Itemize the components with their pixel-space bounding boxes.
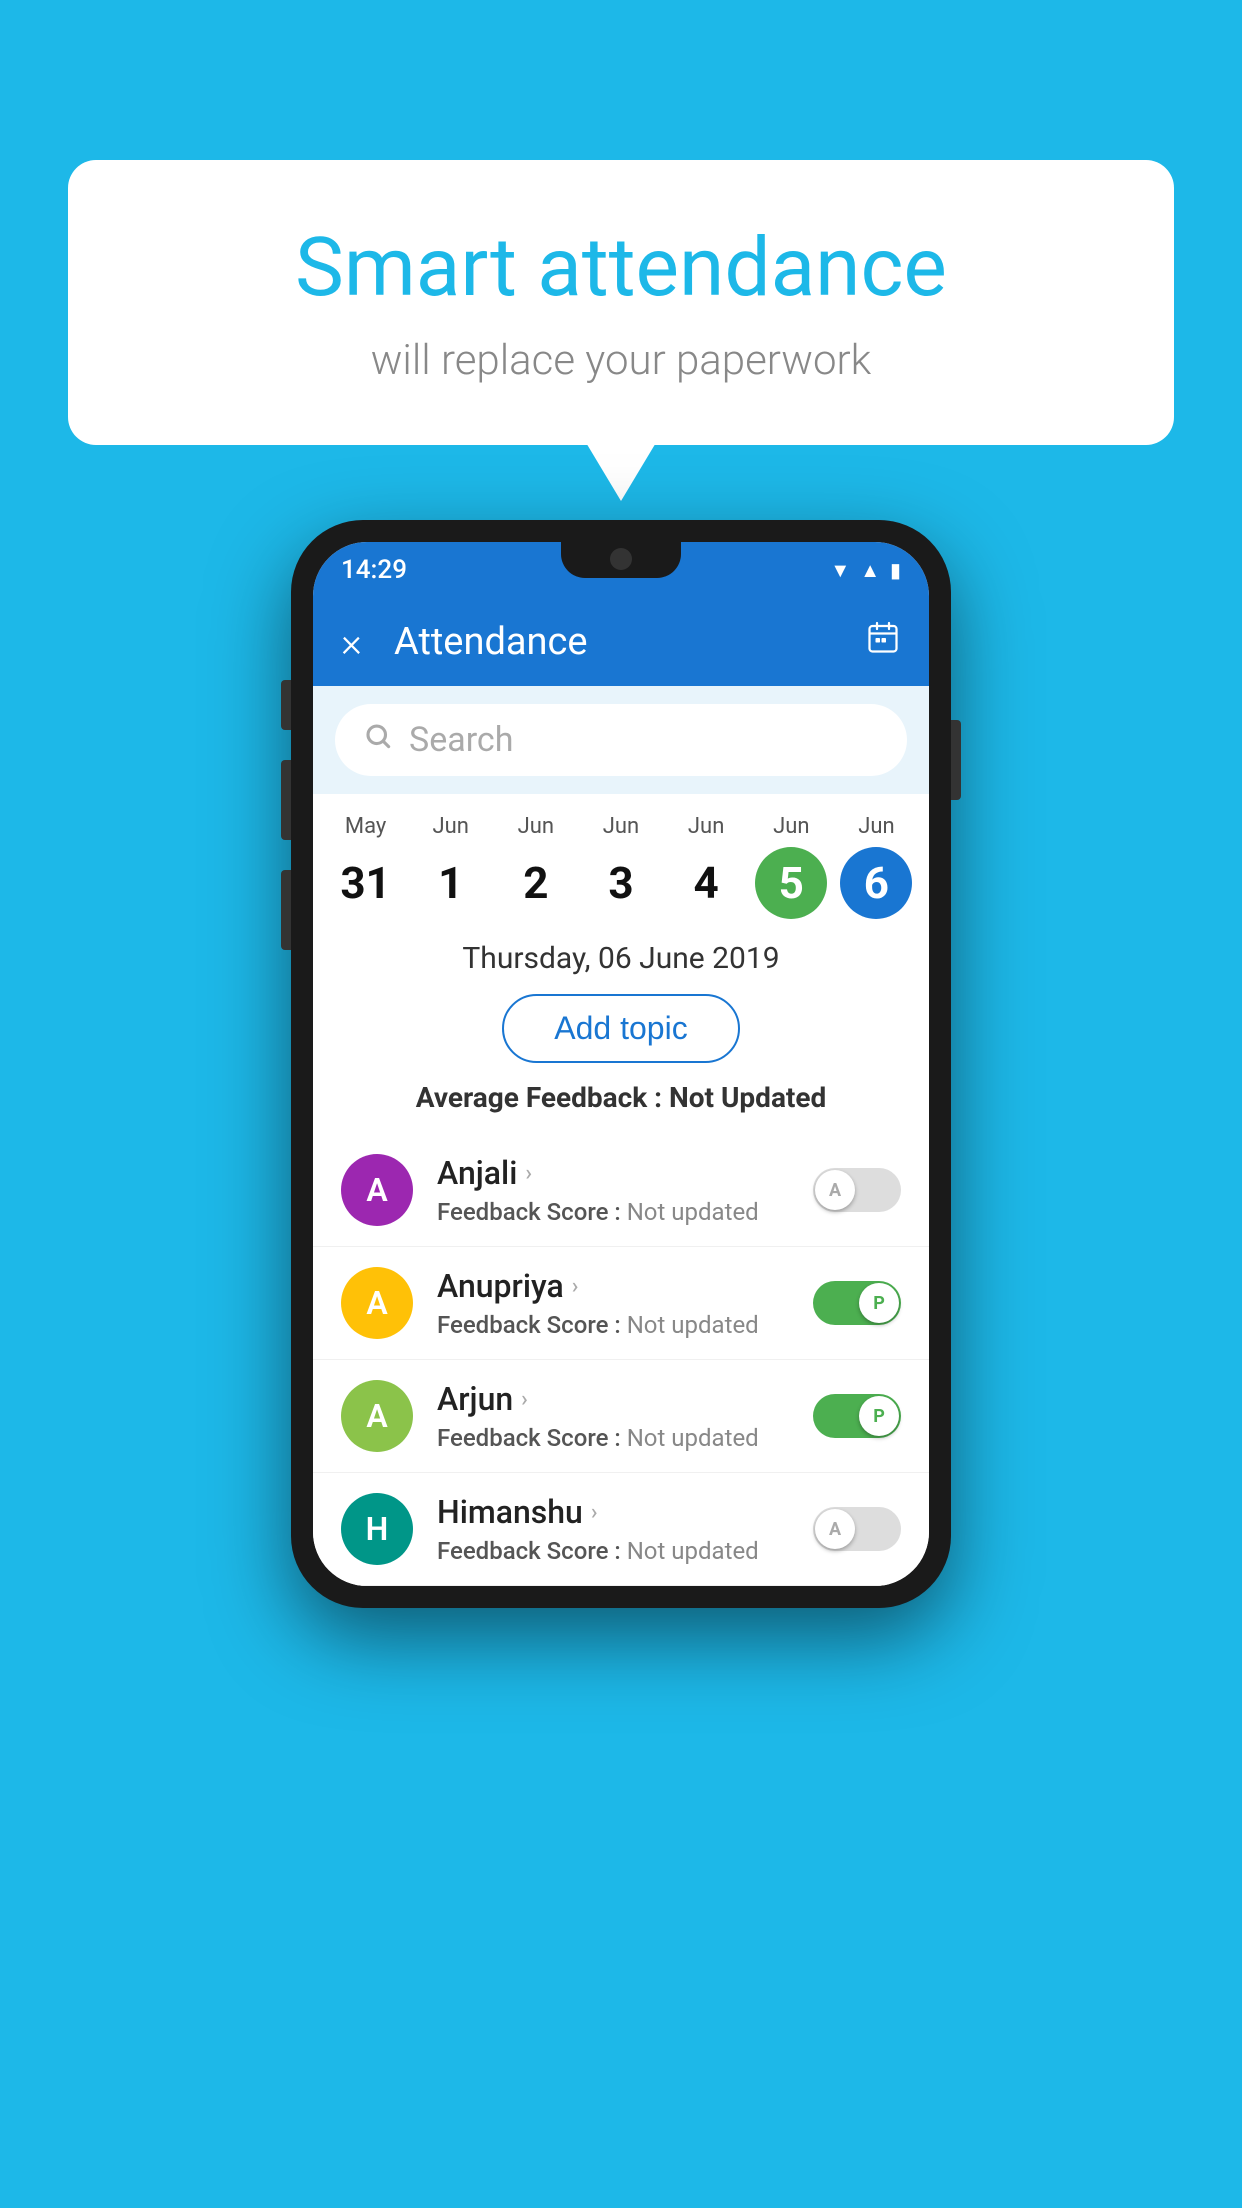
calendar-icon[interactable] [865, 620, 901, 665]
calendar-day-6[interactable]: Jun 6 [834, 814, 919, 919]
front-camera [610, 548, 632, 570]
student-feedback-0: Feedback Score : Not updated [437, 1198, 813, 1226]
speech-bubble-container: Smart attendance will replace your paper… [68, 160, 1174, 445]
search-placeholder: Search [409, 720, 513, 760]
cal-month: Jun [834, 814, 919, 839]
volume-up-button [281, 760, 291, 840]
calendar-day-0[interactable]: May 31 [323, 814, 408, 919]
cal-month: Jun [749, 814, 834, 839]
student-name-0[interactable]: Anjali › [437, 1154, 813, 1192]
student-name-1[interactable]: Anupriya › [437, 1267, 813, 1305]
mute-button [281, 680, 291, 730]
cal-month: Jun [578, 814, 663, 839]
attendance-toggle-0[interactable]: A [813, 1168, 901, 1212]
avg-feedback: Average Feedback : Not Updated [313, 1081, 929, 1134]
battery-icon: ▮ [890, 558, 901, 582]
search-bar-container: Search [313, 686, 929, 794]
phone-container: 14:29 ▼ ▲ ▮ × Attendance [291, 520, 951, 1608]
student-info-1: Anupriya › Feedback Score : Not updated [437, 1267, 813, 1339]
avatar-0: A [341, 1154, 413, 1226]
student-list: A Anjali › Feedback Score : Not updated … [313, 1134, 929, 1586]
add-topic-button[interactable]: Add topic [502, 994, 739, 1063]
status-icons: ▼ ▲ ▮ [830, 558, 901, 583]
avg-feedback-label: Average Feedback : [416, 1081, 662, 1114]
power-button [951, 720, 961, 800]
toggle-knob-0: A [815, 1170, 855, 1210]
date-label: Thursday, 06 June 2019 [313, 919, 929, 986]
bubble-title: Smart attendance [148, 220, 1094, 316]
phone-notch [561, 542, 681, 578]
chevron-icon-0: › [525, 1161, 532, 1186]
app-bar: × Attendance [313, 598, 929, 686]
cal-month: Jun [664, 814, 749, 839]
calendar-day-4[interactable]: Jun 4 [664, 814, 749, 919]
student-info-3: Himanshu › Feedback Score : Not updated [437, 1493, 813, 1565]
student-name-2[interactable]: Arjun › [437, 1380, 813, 1418]
avatar-2: A [341, 1380, 413, 1452]
calendar-day-5[interactable]: Jun 5 [749, 814, 834, 919]
cal-date: 4 [670, 847, 742, 919]
close-button[interactable]: × [341, 619, 362, 666]
student-feedback-3: Feedback Score : Not updated [437, 1537, 813, 1565]
phone-outer: 14:29 ▼ ▲ ▮ × Attendance [291, 520, 951, 1608]
cal-date: 3 [585, 847, 657, 919]
calendar-day-2[interactable]: Jun 2 [493, 814, 578, 919]
cal-month: Jun [493, 814, 578, 839]
search-bar[interactable]: Search [335, 704, 907, 776]
add-topic-container: Add topic [313, 986, 929, 1081]
student-item-0: A Anjali › Feedback Score : Not updated … [313, 1134, 929, 1247]
speech-bubble: Smart attendance will replace your paper… [68, 160, 1174, 445]
wifi-icon: ▼ [830, 558, 850, 583]
attendance-toggle-2[interactable]: P [813, 1394, 901, 1438]
student-item-1: A Anupriya › Feedback Score : Not update… [313, 1247, 929, 1360]
chevron-icon-2: › [521, 1387, 528, 1412]
toggle-knob-1: P [859, 1283, 899, 1323]
volume-down-button [281, 870, 291, 950]
cal-month: May [323, 814, 408, 839]
toggle-knob-3: A [815, 1509, 855, 1549]
avg-feedback-value: Not Updated [669, 1081, 826, 1114]
student-info-0: Anjali › Feedback Score : Not updated [437, 1154, 813, 1226]
phone-screen: 14:29 ▼ ▲ ▮ × Attendance [313, 542, 929, 1586]
cal-date: 2 [500, 847, 572, 919]
attendance-toggle-1[interactable]: P [813, 1281, 901, 1325]
chevron-icon-3: › [591, 1500, 598, 1525]
cal-month: Jun [408, 814, 493, 839]
app-title: Attendance [394, 620, 865, 664]
student-info-2: Arjun › Feedback Score : Not updated [437, 1380, 813, 1452]
cal-date: 6 [840, 847, 912, 919]
calendar-day-3[interactable]: Jun 3 [578, 814, 663, 919]
chevron-icon-1: › [572, 1274, 579, 1299]
attendance-toggle-3[interactable]: A [813, 1507, 901, 1551]
search-icon [363, 721, 393, 759]
cal-date: 1 [415, 847, 487, 919]
status-time: 14:29 [341, 555, 407, 585]
avatar-3: H [341, 1493, 413, 1565]
cal-date: 5 [755, 847, 827, 919]
calendar-day-1[interactable]: Jun 1 [408, 814, 493, 919]
student-name-3[interactable]: Himanshu › [437, 1493, 813, 1531]
avatar-1: A [341, 1267, 413, 1339]
cal-date: 31 [330, 847, 402, 919]
student-feedback-2: Feedback Score : Not updated [437, 1424, 813, 1452]
student-feedback-1: Feedback Score : Not updated [437, 1311, 813, 1339]
toggle-knob-2: P [859, 1396, 899, 1436]
student-item-2: A Arjun › Feedback Score : Not updated P [313, 1360, 929, 1473]
calendar-row: May 31 Jun 1 Jun 2 Jun 3 Jun 4 Jun 5 Jun… [313, 794, 929, 919]
signal-icon: ▲ [860, 558, 880, 583]
bubble-subtitle: will replace your paperwork [148, 336, 1094, 385]
student-item-3: H Himanshu › Feedback Score : Not update… [313, 1473, 929, 1586]
